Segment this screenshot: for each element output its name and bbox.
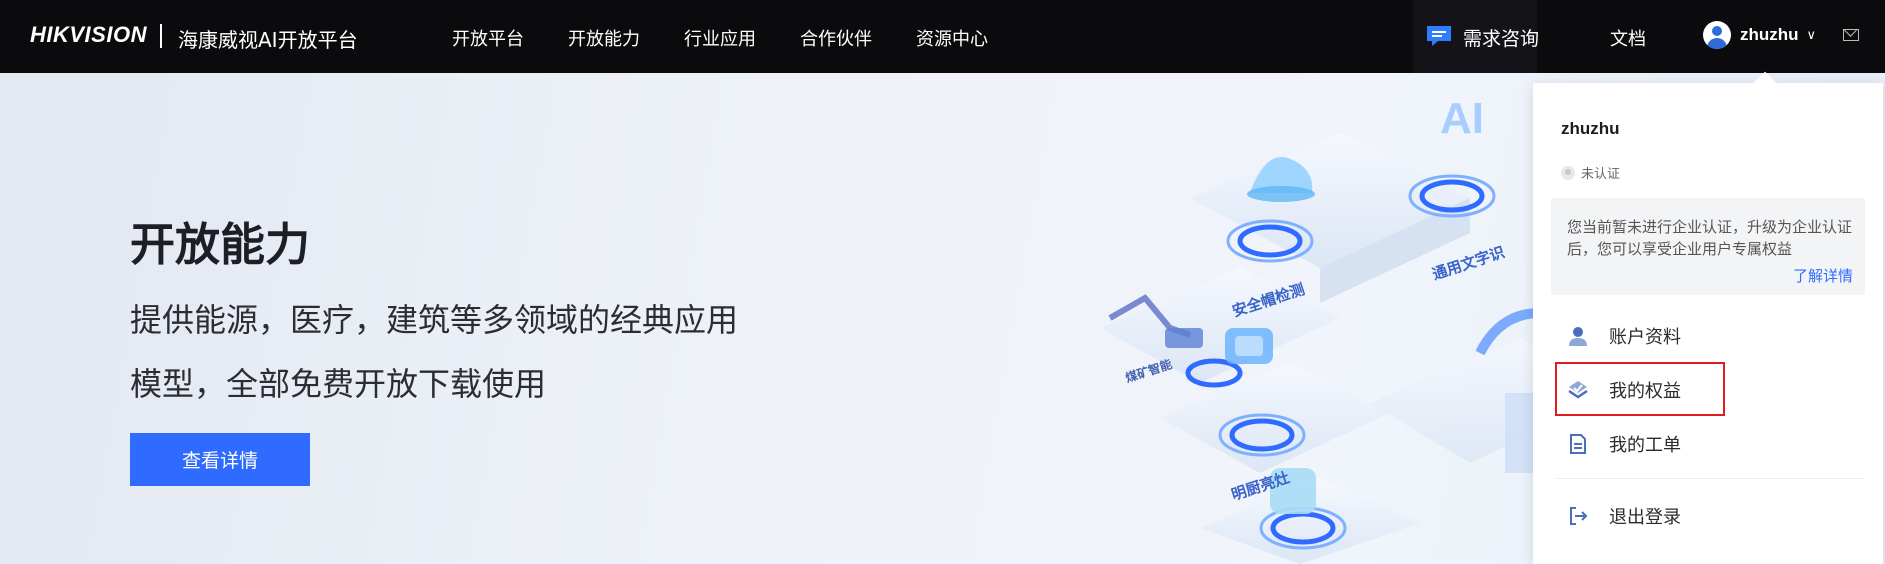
menu-item-account-profile[interactable]: 账户资料 (1567, 323, 1681, 349)
menu-item-label: 我的工单 (1609, 435, 1681, 456)
nav-item-open-platform[interactable]: 开放平台 (452, 25, 524, 51)
ticket-icon (1570, 434, 1586, 454)
user-menu-trigger[interactable]: zhuzhu ∨ (1703, 21, 1816, 49)
user-icon (1569, 327, 1587, 346)
svg-text:AI: AI (1440, 94, 1484, 143)
art-label-mine: 煤矿智能 (1123, 356, 1173, 385)
platform-title[interactable]: 海康威视AI开放平台 (178, 24, 358, 53)
chevron-down-icon: ∨ (1806, 27, 1817, 43)
docs-link[interactable]: 文档 (1610, 25, 1646, 51)
menu-item-my-rights[interactable]: 我的权益 (1567, 377, 1681, 403)
main-nav: 开放平台 开放能力 行业应用 合作伙伴 资源中心 (452, 25, 1032, 51)
nav-item-partners[interactable]: 合作伙伴 (800, 25, 872, 51)
auth-status-text: 未认证 (1581, 167, 1621, 182)
consult-button[interactable]: 需求咨询 (1413, 0, 1540, 73)
mail-icon[interactable] (1843, 29, 1859, 41)
logout-icon (1570, 507, 1588, 525)
menu-item-label: 退出登录 (1609, 507, 1681, 528)
top-navbar: HIKVISION 海康威视AI开放平台 开放平台 开放能力 行业应用 合作伙伴… (0, 0, 1885, 73)
nav-item-resources[interactable]: 资源中心 (916, 25, 988, 51)
menu-item-logout[interactable]: 退出登录 (1567, 503, 1681, 529)
username: zhuzhu (1740, 25, 1799, 44)
user-dropdown-menu: zhuzhu 未认证 您当前暂未进行企业认证，升级为企业认证后，您可以享受企业用… (1533, 83, 1883, 564)
view-details-button[interactable]: 查看详情 (130, 433, 310, 486)
menu-item-label: 我的权益 (1609, 381, 1681, 402)
avatar (1703, 21, 1731, 49)
dropdown-username: zhuzhu (1561, 119, 1620, 138)
menu-item-my-tickets[interactable]: 我的工单 (1567, 431, 1681, 457)
auth-status-badge: 未认证 (1561, 163, 1620, 182)
chat-icon (1427, 26, 1451, 46)
hero-title: 开放能力 (130, 218, 311, 271)
nav-item-open-capabilities[interactable]: 开放能力 (568, 25, 640, 51)
consult-label: 需求咨询 (1463, 28, 1540, 50)
notice-text: 您当前暂未进行企业认证，升级为企业认证后，您可以享受企业用户专属权益 (1567, 218, 1853, 258)
hikvision-logo[interactable]: HIKVISION (30, 22, 147, 48)
art-label-ocr: 通用文字识 (1430, 243, 1507, 283)
menu-divider (1555, 478, 1865, 479)
learn-more-link[interactable]: 了解详情 (1793, 265, 1853, 286)
logo-divider (160, 24, 162, 48)
id-card-icon (1561, 165, 1575, 180)
nav-item-industry-apps[interactable]: 行业应用 (684, 25, 756, 51)
hero-description: 提供能源，医疗，建筑等多领域的经典应用模型，全部免费开放下载使用 (130, 301, 739, 403)
enterprise-auth-notice: 您当前暂未进行企业认证，升级为企业认证后，您可以享受企业用户专属权益 了解详情 (1551, 198, 1865, 295)
menu-item-label: 账户资料 (1609, 327, 1681, 348)
rights-icon (1568, 381, 1588, 399)
